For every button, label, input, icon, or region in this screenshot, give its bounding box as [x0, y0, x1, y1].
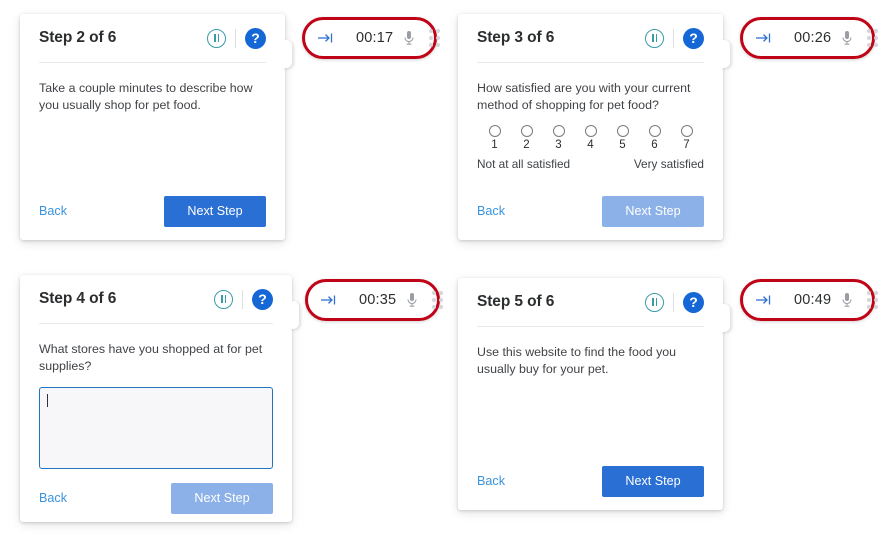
rating-option[interactable]: 5: [612, 125, 634, 151]
page-title: Step 2 of 6: [39, 29, 117, 46]
recording-timer: 00:17: [356, 30, 394, 46]
card-footer: Back Next Step: [39, 182, 266, 240]
icon-divider: [242, 289, 243, 309]
rating-option-label: 7: [683, 139, 690, 151]
survey-card-step-4: Step 4 of 6 ? What stores have you shopp…: [20, 275, 299, 522]
recording-toolbar-3[interactable]: 00:35: [305, 279, 444, 321]
radio-circle-icon[interactable]: [648, 125, 661, 137]
rating-option-label: 2: [523, 139, 530, 151]
pause-circle-icon[interactable]: [214, 289, 233, 309]
text-cursor: [47, 394, 48, 407]
card-body: Take a couple minutes to describe how yo…: [39, 63, 266, 182]
microphone-icon[interactable]: [841, 292, 853, 308]
icon-divider: [235, 28, 236, 48]
header-icon-group: ?: [645, 291, 704, 313]
help-circle-icon[interactable]: ?: [245, 27, 266, 49]
rating-option[interactable]: 1: [484, 125, 506, 151]
microphone-icon[interactable]: [406, 292, 418, 308]
header-icon-group: ?: [645, 27, 704, 49]
prompt-text: Take a couple minutes to describe how yo…: [39, 81, 253, 112]
back-button[interactable]: Back: [39, 204, 67, 218]
rating-low-label: Not at all satisfied: [477, 157, 571, 171]
radio-circle-icon[interactable]: [488, 125, 501, 137]
drag-handle-icon[interactable]: [867, 29, 879, 47]
card-body: Use this website to find the food you us…: [477, 327, 704, 452]
recording-timer: 00:35: [359, 292, 397, 308]
card-footer: Back Next Step: [477, 182, 704, 240]
card-footer: Back Next Step: [477, 452, 704, 510]
rating-option-label: 6: [651, 139, 658, 151]
recording-toolbar-2[interactable]: 00:26: [740, 17, 879, 59]
rating-options: 1 2 3 4 5 6 7: [477, 125, 704, 151]
survey-card-step-5: Step 5 of 6 ? Use this website to find t…: [458, 278, 730, 510]
rating-option-label: 4: [587, 139, 594, 151]
skip-to-end-icon[interactable]: [755, 32, 772, 44]
pause-circle-icon[interactable]: [645, 28, 664, 48]
card-header: Step 2 of 6 ?: [39, 14, 266, 62]
rating-option-label: 5: [619, 139, 626, 151]
recording-toolbar-1[interactable]: 00:17: [302, 17, 441, 59]
header-icon-group: ?: [214, 288, 273, 310]
help-circle-icon[interactable]: ?: [252, 288, 273, 310]
drag-handle-icon[interactable]: [432, 291, 444, 309]
rating-option[interactable]: 4: [580, 125, 602, 151]
microphone-icon[interactable]: [841, 30, 853, 46]
answer-textarea[interactable]: [39, 387, 273, 469]
page-title: Step 3 of 6: [477, 29, 555, 46]
survey-card-step-3: Step 3 of 6 ? How satisfied are you with…: [458, 14, 730, 240]
rating-option[interactable]: 2: [516, 125, 538, 151]
radio-circle-icon[interactable]: [680, 125, 693, 137]
drag-handle-icon[interactable]: [429, 29, 441, 47]
radio-circle-icon[interactable]: [616, 125, 629, 137]
radio-circle-icon[interactable]: [552, 125, 565, 137]
survey-card-step-2: Step 2 of 6 ? Take a couple minutes to d…: [20, 14, 292, 240]
pause-circle-icon[interactable]: [207, 28, 226, 48]
card-header: Step 4 of 6 ?: [39, 275, 273, 323]
recording-timer: 00:49: [794, 292, 832, 308]
drag-handle-icon[interactable]: [867, 291, 879, 309]
radio-circle-icon[interactable]: [520, 125, 533, 137]
page-title: Step 5 of 6: [477, 293, 555, 310]
card-header: Step 3 of 6 ?: [477, 14, 704, 62]
header-icon-group: ?: [207, 27, 266, 49]
prompt-text: How satisfied are you with your current …: [477, 81, 691, 112]
card-header: Step 5 of 6 ?: [477, 278, 704, 326]
skip-to-end-icon[interactable]: [320, 294, 337, 306]
icon-divider: [673, 292, 674, 312]
rating-high-label: Very satisfied: [633, 157, 704, 171]
rating-option-label: 3: [555, 139, 562, 151]
help-circle-icon[interactable]: ?: [683, 291, 704, 313]
page-title: Step 4 of 6: [39, 290, 117, 307]
recording-toolbar-4[interactable]: 00:49: [740, 279, 879, 321]
icon-divider: [673, 28, 674, 48]
back-button[interactable]: Back: [477, 474, 505, 488]
prompt-text: What stores have you shopped at for pet …: [39, 342, 263, 373]
card-footer: Back Next Step: [39, 469, 273, 527]
next-step-button[interactable]: Next Step: [171, 482, 273, 514]
microphone-icon[interactable]: [403, 30, 415, 46]
card-body: How satisfied are you with your current …: [477, 63, 704, 182]
back-button[interactable]: Back: [39, 491, 67, 505]
radio-circle-icon[interactable]: [584, 125, 597, 137]
rating-option[interactable]: 7: [676, 125, 698, 151]
help-circle-icon[interactable]: ?: [683, 27, 704, 49]
skip-to-end-icon[interactable]: [317, 32, 334, 44]
rating-anchor-labels: Not at all satisfied Very satisfied: [477, 157, 704, 171]
recording-timer: 00:26: [794, 30, 832, 46]
pause-circle-icon[interactable]: [645, 292, 664, 312]
rating-scale: 1 2 3 4 5 6 7 Not at all satisfied Very …: [477, 125, 704, 171]
rating-option-label: 1: [491, 139, 498, 151]
rating-option[interactable]: 6: [644, 125, 666, 151]
next-step-button[interactable]: Next Step: [602, 465, 704, 497]
back-button[interactable]: Back: [477, 204, 505, 218]
card-body: What stores have you shopped at for pet …: [39, 324, 273, 469]
rating-option[interactable]: 3: [548, 125, 570, 151]
skip-to-end-icon[interactable]: [755, 294, 772, 306]
next-step-button[interactable]: Next Step: [164, 195, 266, 227]
next-step-button[interactable]: Next Step: [602, 195, 704, 227]
prompt-text: Use this website to find the food you us…: [477, 345, 677, 376]
